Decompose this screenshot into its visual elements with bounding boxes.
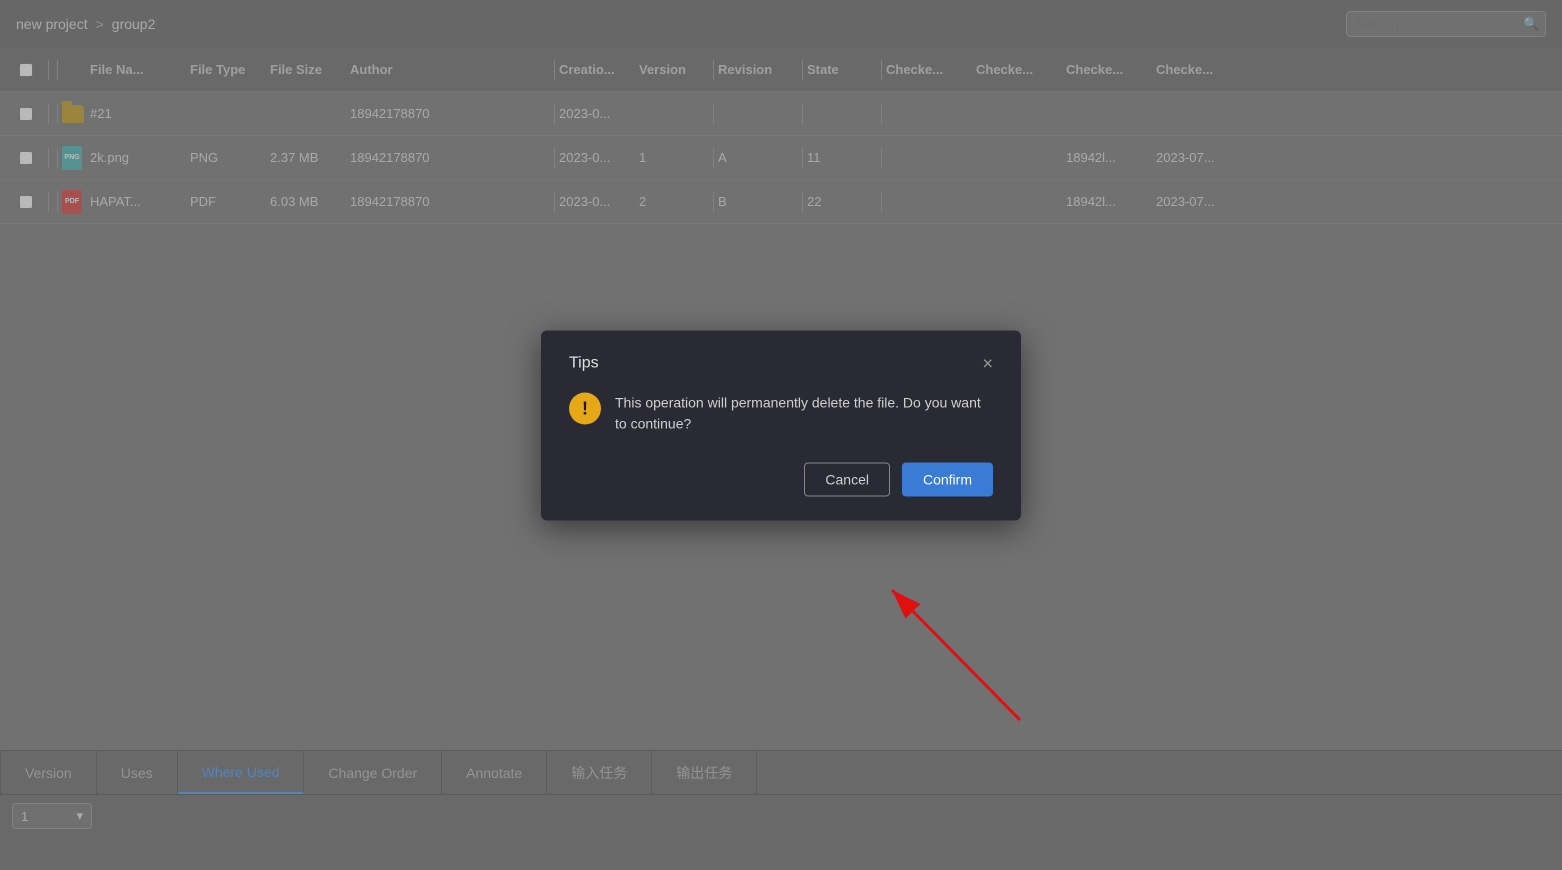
dialog-buttons: Cancel Confirm: [569, 463, 993, 497]
cancel-button[interactable]: Cancel: [804, 463, 890, 497]
warning-icon: !: [569, 393, 601, 425]
dialog-header: Tips ×: [569, 355, 993, 373]
confirm-button[interactable]: Confirm: [902, 463, 993, 497]
tips-dialog: Tips × ! This operation will permanently…: [541, 331, 1021, 521]
dialog-message: This operation will permanently delete t…: [615, 393, 993, 435]
dialog-body: ! This operation will permanently delete…: [569, 393, 993, 435]
dialog-title: Tips: [569, 355, 599, 373]
dialog-close-button[interactable]: ×: [982, 355, 993, 373]
